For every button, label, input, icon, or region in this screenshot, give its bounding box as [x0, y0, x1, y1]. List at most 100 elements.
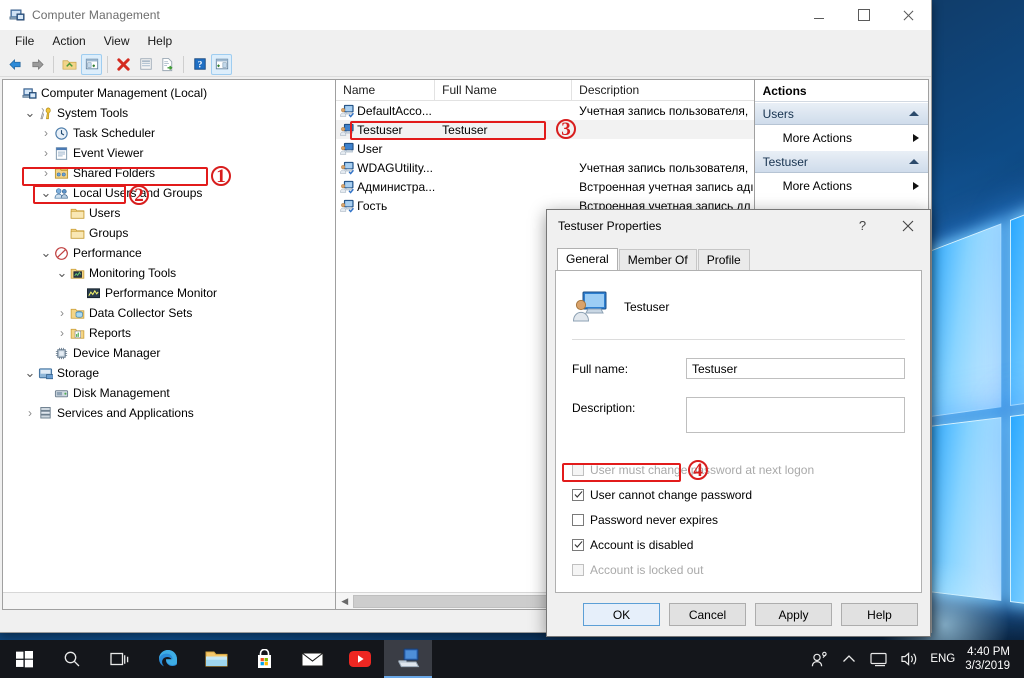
- tree-item-monitoring-tools[interactable]: Monitoring Tools: [3, 263, 335, 283]
- column-header-full-name[interactable]: Full Name: [435, 80, 573, 100]
- checkbox-user-cannot-change-password[interactable]: User cannot change password: [572, 484, 905, 505]
- file-explorer-icon[interactable]: [192, 640, 240, 678]
- column-header-name[interactable]: Name: [336, 80, 436, 100]
- menu-file[interactable]: File: [6, 32, 43, 50]
- forward-arrow-icon[interactable]: [27, 54, 48, 75]
- network-icon[interactable]: [864, 640, 894, 678]
- full-name-field[interactable]: Testuser: [686, 358, 905, 379]
- tab-member-of[interactable]: Member Of: [618, 249, 697, 270]
- console-tree[interactable]: Computer Management (Local) System Tools T…: [3, 80, 335, 592]
- tree-item-storage[interactable]: Storage: [3, 363, 335, 383]
- chevron-down-icon[interactable]: [39, 190, 53, 196]
- dialog-titlebar[interactable]: Testuser Properties ?: [547, 210, 930, 241]
- chevron-right-icon[interactable]: [39, 166, 53, 180]
- table-row[interactable]: Testuser Testuser: [336, 120, 754, 139]
- search-icon[interactable]: [48, 640, 96, 678]
- actions-group-testuser[interactable]: Testuser: [754, 150, 928, 173]
- tree-item-local-users-and-groups[interactable]: Local Users and Groups: [3, 183, 335, 203]
- window-titlebar[interactable]: Computer Management: [0, 0, 931, 30]
- checkbox-unchecked-icon: [572, 463, 584, 476]
- chevron-down-icon[interactable]: [23, 370, 37, 376]
- tree-item-computer-management-local[interactable]: Computer Management (Local): [3, 83, 335, 103]
- show-hide-console-tree-icon[interactable]: [81, 53, 102, 75]
- table-row[interactable]: DefaultAcco... Учетная запись пользовател…: [336, 101, 753, 120]
- maximize-button[interactable]: [841, 0, 886, 30]
- mail-icon[interactable]: [288, 640, 336, 678]
- checkbox-unchecked-icon[interactable]: [572, 513, 584, 526]
- chevron-down-icon[interactable]: [23, 110, 37, 116]
- up-folder-icon[interactable]: [59, 54, 80, 75]
- action-testuser-more-actions[interactable]: More Actions: [755, 173, 928, 198]
- tree-item-event-viewer[interactable]: Event Viewer: [3, 143, 335, 163]
- collapse-chevron-icon[interactable]: [909, 111, 919, 116]
- checkbox-checked-icon[interactable]: [572, 538, 584, 551]
- table-row[interactable]: WDAGUtility... Учетная запись пользовател…: [336, 158, 753, 177]
- back-arrow-icon[interactable]: [5, 54, 26, 75]
- chevron-right-icon[interactable]: [39, 126, 53, 140]
- checkbox-password-never-expires[interactable]: Password never expires: [572, 509, 905, 530]
- tree-item-shared-folders[interactable]: Shared Folders: [3, 163, 335, 183]
- column-header-description[interactable]: Description: [572, 80, 753, 100]
- chevron-right-icon[interactable]: [23, 406, 37, 420]
- delete-icon[interactable]: [113, 54, 134, 75]
- tree-item-performance[interactable]: Performance: [3, 243, 335, 263]
- tree-item-performance-monitor[interactable]: Performance Monitor: [3, 283, 335, 303]
- full-name-row: Full name: Testuser: [572, 358, 905, 379]
- chevron-right-icon[interactable]: [39, 146, 53, 160]
- tree-item-reports[interactable]: Reports: [3, 323, 335, 343]
- start-icon[interactable]: [0, 640, 48, 678]
- volume-icon[interactable]: [894, 640, 924, 678]
- menu-action[interactable]: Action: [43, 32, 94, 50]
- tree-item-task-scheduler[interactable]: Task Scheduler: [3, 123, 335, 143]
- properties-icon[interactable]: [135, 54, 156, 75]
- microsoft-store-icon[interactable]: [240, 640, 288, 678]
- checkbox-account-is-disabled[interactable]: Account is disabled: [572, 534, 905, 555]
- computer-management-taskbar-icon[interactable]: [384, 640, 432, 678]
- show-hide-action-pane-icon[interactable]: [211, 53, 232, 75]
- youtube-icon[interactable]: [336, 640, 384, 678]
- cell-name-text: DefaultAcco...: [357, 103, 432, 118]
- checkbox-checked-icon[interactable]: [572, 488, 584, 501]
- action-users-more-actions[interactable]: More Actions: [755, 125, 928, 150]
- tab-general[interactable]: General: [557, 248, 618, 270]
- language-indicator[interactable]: ENG: [924, 653, 965, 665]
- description-field[interactable]: [686, 397, 905, 433]
- apply-button[interactable]: Apply: [755, 603, 832, 626]
- tree-item-services-and-applications[interactable]: Services and Applications: [3, 403, 335, 423]
- tree-horizontal-scrollbar[interactable]: [3, 592, 336, 609]
- account-name: Testuser: [624, 300, 670, 314]
- table-row[interactable]: Администра... Встроенная учетная запись а…: [336, 177, 754, 196]
- cancel-button[interactable]: Cancel: [669, 603, 746, 626]
- scroll-left-arrow[interactable]: ◀: [336, 596, 353, 607]
- export-list-icon[interactable]: [157, 54, 178, 75]
- toolbar: ?: [0, 52, 931, 77]
- close-button[interactable]: [886, 0, 931, 30]
- collapse-chevron-icon[interactable]: [909, 159, 919, 164]
- actions-group-users[interactable]: Users: [754, 102, 928, 125]
- tree-item-device-manager[interactable]: Device Manager: [3, 343, 335, 363]
- tree-item-system-tools[interactable]: System Tools: [3, 103, 335, 123]
- show-hidden-icons-chevron[interactable]: [834, 640, 864, 678]
- minimize-button[interactable]: [796, 0, 841, 30]
- chevron-down-icon[interactable]: [55, 270, 69, 276]
- tree-item-disk-management[interactable]: Disk Management: [3, 383, 335, 403]
- dialog-close-button[interactable]: [885, 210, 930, 241]
- tab-profile[interactable]: Profile: [697, 249, 750, 270]
- task-view-icon[interactable]: [96, 640, 144, 678]
- people-icon[interactable]: [804, 640, 834, 678]
- tree-item-users[interactable]: Users: [3, 203, 335, 223]
- clock[interactable]: 4:40 PM 3/3/2019: [965, 645, 1018, 673]
- menu-help[interactable]: Help: [139, 32, 182, 50]
- chevron-down-icon[interactable]: [39, 250, 53, 256]
- table-row[interactable]: User: [336, 139, 753, 158]
- chevron-right-icon[interactable]: [55, 326, 69, 340]
- ok-button[interactable]: OK: [583, 603, 660, 626]
- tree-item-groups[interactable]: Groups: [3, 223, 335, 243]
- menu-view[interactable]: View: [95, 32, 139, 50]
- tree-item-data-collector-sets[interactable]: Data Collector Sets: [3, 303, 335, 323]
- edge-icon[interactable]: [144, 640, 192, 678]
- chevron-right-icon[interactable]: [55, 306, 69, 320]
- help-icon[interactable]: ?: [189, 54, 210, 75]
- dialog-help-button[interactable]: ?: [840, 210, 885, 241]
- help-button[interactable]: Help: [841, 603, 918, 626]
